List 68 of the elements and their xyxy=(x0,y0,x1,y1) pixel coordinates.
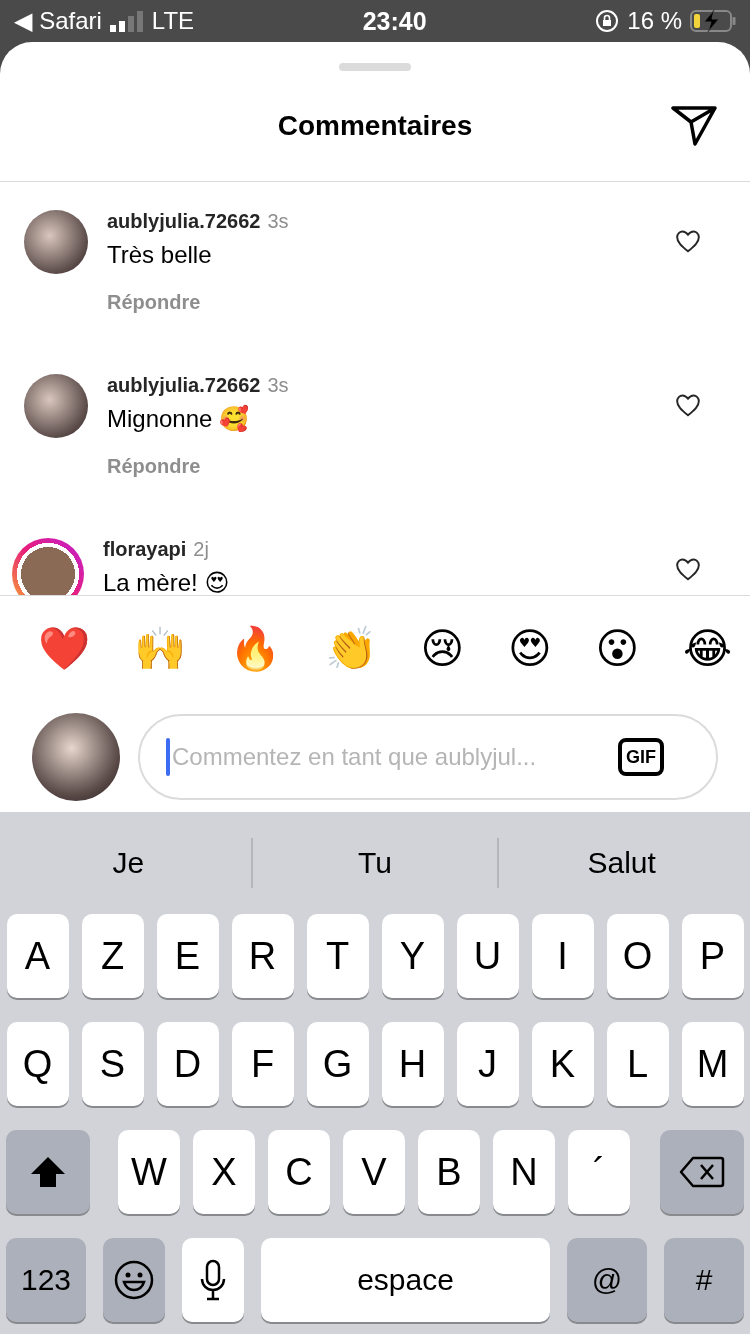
letter-key[interactable]: Q xyxy=(6,1022,69,1106)
comment-time: 2j xyxy=(193,538,209,561)
letter-key[interactable]: ´ xyxy=(568,1130,630,1214)
letter-key[interactable]: E xyxy=(156,914,219,998)
clock-time: 23:40 xyxy=(362,6,427,36)
letter-key[interactable]: F xyxy=(231,1022,294,1106)
emoji-reaction[interactable]: 😂 xyxy=(682,628,732,670)
comment-time: 3s xyxy=(267,374,289,397)
comment-text: La mère! 😍 xyxy=(103,569,231,595)
emoji-key[interactable] xyxy=(103,1238,165,1322)
comment-username[interactable]: aublyjulia.72662 xyxy=(107,210,261,233)
letter-key[interactable]: J xyxy=(456,1022,519,1106)
letter-key[interactable]: Z xyxy=(81,914,144,998)
letter-key[interactable]: W xyxy=(118,1130,180,1214)
letter-key[interactable]: U xyxy=(456,914,519,998)
letter-key[interactable]: N xyxy=(493,1130,555,1214)
backspace-icon xyxy=(679,1156,725,1188)
smiley-icon xyxy=(114,1260,154,1300)
letter-key[interactable]: P xyxy=(681,914,744,998)
avatar-photo[interactable] xyxy=(12,538,84,595)
battery-percentage: 16 % xyxy=(627,7,682,35)
backspace-key[interactable] xyxy=(660,1130,744,1214)
signal-icon xyxy=(109,10,144,32)
letter-key[interactable]: B xyxy=(418,1130,480,1214)
comment-time: 3s xyxy=(267,210,289,233)
drag-handle[interactable] xyxy=(339,63,411,71)
letter-key[interactable]: A xyxy=(6,914,69,998)
letter-key[interactable]: X xyxy=(193,1130,255,1214)
letter-key[interactable]: T xyxy=(306,914,369,998)
letter-key[interactable]: L xyxy=(606,1022,669,1106)
suggestion-word[interactable]: Tu xyxy=(250,838,498,888)
letter-key[interactable]: S xyxy=(81,1022,144,1106)
emoji-reaction[interactable]: 😮 xyxy=(595,628,640,670)
comment-username[interactable]: florayapi xyxy=(103,538,187,561)
letter-key[interactable]: Y xyxy=(381,914,444,998)
comment-input-field[interactable]: Commentez en tant que aublyjul... GIF xyxy=(138,714,718,800)
letter-key[interactable]: M xyxy=(681,1022,744,1106)
paper-plane-icon xyxy=(671,104,717,146)
letter-key[interactable]: C xyxy=(268,1130,330,1214)
suggestion-word[interactable]: Salut xyxy=(497,838,744,888)
gif-button[interactable]: GIF xyxy=(618,738,664,776)
microphone-icon xyxy=(200,1259,226,1301)
symbol-key[interactable]: 123 xyxy=(6,1238,86,1322)
shift-key[interactable] xyxy=(6,1130,90,1214)
shift-icon xyxy=(29,1155,67,1189)
back-to-app-link[interactable]: ◀ Safari xyxy=(14,7,102,35)
letter-key[interactable]: V xyxy=(343,1130,405,1214)
network-label: LTE xyxy=(151,7,195,35)
letter-key[interactable]: K xyxy=(531,1022,594,1106)
letter-key[interactable]: D xyxy=(156,1022,219,1106)
mic-key[interactable] xyxy=(182,1238,244,1322)
emoji-reaction[interactable]: 😢 xyxy=(420,628,465,670)
letter-key[interactable]: H xyxy=(381,1022,444,1106)
rotation-lock-icon xyxy=(595,9,620,33)
letter-key[interactable]: O xyxy=(606,914,669,998)
emoji-reaction[interactable]: 😍 xyxy=(508,628,552,670)
comment-text: Très belle xyxy=(107,241,213,269)
suggestion-word[interactable]: Je xyxy=(6,838,251,888)
sheet-title: Commentaires xyxy=(277,110,473,142)
symbol-key[interactable]: @ xyxy=(567,1238,647,1322)
comment-text: Mignonne 🥰 xyxy=(107,405,251,433)
symbol-key[interactable]: # xyxy=(664,1238,744,1322)
space-key[interactable]: espace xyxy=(261,1238,550,1322)
letter-key[interactable]: I xyxy=(531,914,594,998)
letter-key[interactable]: R xyxy=(231,914,294,998)
comment-username[interactable]: aublyjulia.72662 xyxy=(107,374,261,397)
letter-key[interactable]: G xyxy=(306,1022,369,1106)
emoji-reaction[interactable]: ❤ xyxy=(38,628,90,670)
